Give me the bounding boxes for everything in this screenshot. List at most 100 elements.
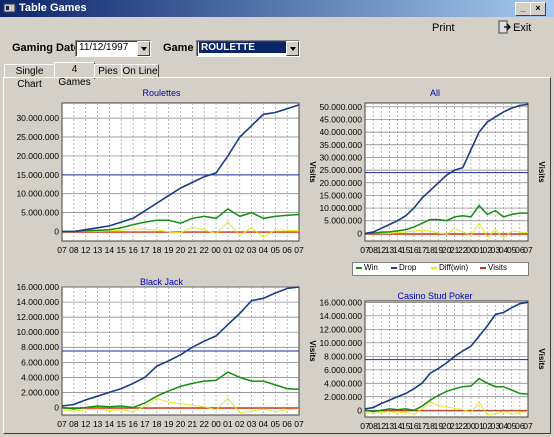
- y-tick-label: 25.000.000: [320, 165, 362, 175]
- y-tick-label: 10.000.000: [16, 189, 59, 199]
- y-axis-label: Visits: [308, 161, 317, 183]
- chart-roulettes: Roulettes 0 5.000.000 10.000.000 15.000.000…: [4, 85, 319, 261]
- chart-all: All 0 5.000.000 10.000.000 15.000.000 20.000…: [320, 85, 550, 261]
- x-tick-label: 13: [93, 245, 103, 255]
- x-tick-label: 21: [188, 245, 198, 255]
- x-tick-label: 21: [188, 419, 198, 429]
- x-tick-label: 07: [57, 419, 67, 429]
- chevron-down-icon[interactable]: [137, 41, 150, 56]
- y-tick-label: 30.000.000: [320, 152, 362, 162]
- chevron-down-icon[interactable]: [286, 41, 299, 56]
- x-tick-label: 22: [199, 245, 209, 255]
- x-tick-label: 12: [81, 245, 91, 255]
- x-tick-label: 05: [271, 419, 281, 429]
- x-tick-label: 16: [128, 419, 138, 429]
- y-tick-label: 16.000.000: [320, 297, 362, 307]
- x-tick-label: 20: [176, 419, 186, 429]
- x-tick-label: 07: [57, 245, 67, 255]
- chart-black-jack: Black Jack 0 2.000.000 4.000.000 6.000.000 8…: [4, 275, 319, 433]
- x-tick-label: 06: [282, 419, 292, 429]
- x-tick-label: 18: [152, 419, 162, 429]
- legend-item-diff: Diff(win): [431, 263, 468, 272]
- legend-item-drop: Drop: [391, 263, 416, 272]
- chart-svg: 0 5.000.000 10.000.000 15.000.000 20.000.000…: [16, 102, 317, 255]
- x-tick-label: 07: [294, 245, 304, 255]
- app-icon: [3, 3, 16, 13]
- y-tick-label: 10.000.000: [320, 203, 362, 213]
- y-tick-label: 4.000.000: [324, 378, 362, 388]
- y-tick-label: 0: [357, 228, 362, 238]
- y-axis-label: Visits: [537, 348, 546, 370]
- y-tick-label: 6.000.000: [21, 357, 59, 367]
- y-tick-label: 50.000.000: [320, 102, 362, 112]
- y-axis-label: Visits: [308, 340, 317, 362]
- y-tick-label: 45.000.000: [320, 114, 362, 124]
- x-tick-label: 05: [271, 245, 281, 255]
- x-tick-label: 20: [176, 245, 186, 255]
- y-tick-label: 14.000.000: [320, 311, 362, 321]
- x-tick-label: 03: [247, 419, 257, 429]
- x-tick-label: 03: [247, 245, 257, 255]
- chart-casino-stud-poker: Casino Stud Poker 0 2.000.000 4.000.000 6.0…: [320, 289, 550, 435]
- x-tick-label: 07: [523, 421, 533, 431]
- y-tick-label: 2.000.000: [21, 387, 59, 397]
- y-tick-label: 15.000.000: [320, 190, 362, 200]
- x-tick-label: 00: [211, 245, 221, 255]
- chart-legend: Win Drop Diff(win) Visits: [352, 262, 529, 276]
- y-tick-label: 5.000.000: [324, 216, 362, 226]
- x-tick-label: 02: [235, 245, 245, 255]
- y-tick-label: 4.000.000: [21, 372, 59, 382]
- y-axis-label: Visits: [537, 161, 546, 183]
- x-tick-label: 08: [69, 419, 79, 429]
- x-tick-label: 01: [223, 245, 233, 255]
- y-tick-label: 8.000.000: [324, 351, 362, 361]
- x-tick-label: 22: [199, 419, 209, 429]
- y-tick-label: 15.000.000: [16, 170, 59, 180]
- x-tick-label: 17: [140, 245, 150, 255]
- game-select[interactable]: ROULETTE: [196, 40, 300, 57]
- x-tick-label: 07: [294, 419, 304, 429]
- y-tick-label: 0: [54, 227, 59, 237]
- y-tick-label: 12.000.000: [16, 312, 59, 322]
- y-tick-label: 6.000.000: [324, 365, 362, 375]
- x-tick-label: 19: [164, 419, 174, 429]
- x-tick-label: 15: [117, 245, 127, 255]
- y-tick-label: 40.000.000: [320, 127, 362, 137]
- title-bar: Table Games _ ×: [0, 0, 554, 17]
- game-label: Game :: [163, 42, 201, 54]
- x-tick-label: 18: [152, 245, 162, 255]
- y-tick-label: 25.000.000: [16, 132, 59, 142]
- legend-item-win: Win: [356, 263, 378, 272]
- tab-single-chart[interactable]: Single Chart: [4, 64, 55, 90]
- y-tick-label: 12.000.000: [320, 324, 362, 334]
- y-tick-label: 16.000.000: [16, 282, 59, 292]
- exit-button[interactable]: Exit: [513, 22, 531, 34]
- x-tick-label: 01: [223, 419, 233, 429]
- chart-svg: 0 2.000.000 4.000.000 6.000.000 8.000.000 10.…: [16, 282, 317, 429]
- print-button[interactable]: Print: [432, 22, 455, 34]
- y-tick-label: 35.000.000: [320, 140, 362, 150]
- x-tick-label: 16: [128, 245, 138, 255]
- y-tick-label: 10.000.000: [16, 327, 59, 337]
- x-tick-label: 13: [93, 419, 103, 429]
- y-tick-label: 5.000.000: [21, 208, 59, 218]
- chart-svg: 0 5.000.000 10.000.000 15.000.000 20.000.000…: [320, 102, 546, 255]
- x-tick-label: 15: [117, 419, 127, 429]
- x-tick-label: 08: [69, 245, 79, 255]
- tab-pies[interactable]: Pies: [94, 64, 122, 78]
- y-tick-label: 30.000.000: [16, 113, 59, 123]
- y-tick-label: 14.000.000: [16, 297, 59, 307]
- x-tick-label: 14: [105, 245, 115, 255]
- y-tick-label: 20.000.000: [16, 151, 59, 161]
- minimize-button[interactable]: _: [515, 2, 531, 16]
- x-tick-label: 12: [81, 419, 91, 429]
- x-tick-label: 06: [282, 245, 292, 255]
- close-button[interactable]: ×: [530, 2, 546, 16]
- tab-on-line[interactable]: On Line: [121, 64, 159, 78]
- gaming-date-value: 11/12/1997: [79, 42, 129, 53]
- gaming-date-select[interactable]: 11/12/1997: [75, 40, 151, 57]
- x-tick-label: 02: [235, 419, 245, 429]
- x-tick-label: 14: [105, 419, 115, 429]
- exit-icon[interactable]: [496, 19, 512, 35]
- x-tick-label: 04: [259, 245, 269, 255]
